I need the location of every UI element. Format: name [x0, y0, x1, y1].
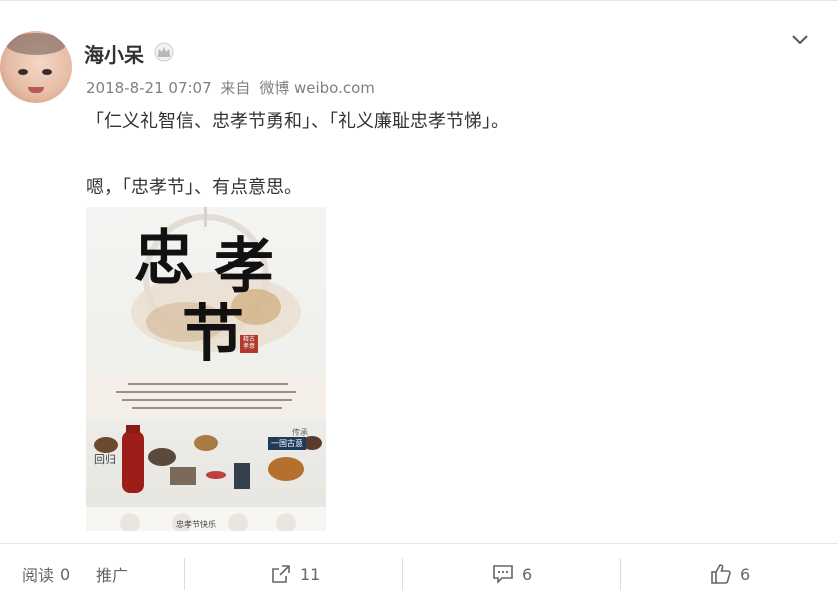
- avatar-mouth: [28, 87, 44, 93]
- divider: [184, 558, 185, 590]
- share-count: 11: [300, 564, 321, 584]
- read-count-value: 0: [60, 564, 71, 584]
- share-icon: [272, 565, 290, 583]
- crown-icon[interactable]: [154, 42, 174, 62]
- avatar[interactable]: [0, 31, 72, 103]
- post-date[interactable]: 2018-8-21 07:07: [86, 79, 212, 97]
- read-label: 阅读: [22, 566, 55, 585]
- divider: [402, 558, 403, 590]
- poster-title-char: 节: [182, 297, 245, 370]
- poster-side-label: 回归: [94, 453, 116, 466]
- like-button[interactable]: 6: [710, 544, 750, 604]
- promote-button[interactable]: 推广: [96, 544, 128, 604]
- username[interactable]: 海小呆: [84, 39, 144, 68]
- post-source[interactable]: 微博 weibo.com: [259, 79, 375, 97]
- post-text-line: 嗯，「忠孝节」、有点意思。: [86, 177, 302, 198]
- poster-seal: 释古孝意: [242, 336, 255, 350]
- share-button[interactable]: 11: [270, 544, 320, 604]
- thumbs-up-icon: [711, 564, 731, 584]
- comment-count: 6: [522, 564, 533, 584]
- weibo-post-card: 海小呆 2018-8-21 07:07 来自 微博 weibo.com 「仁义礼…: [0, 0, 838, 604]
- poster-title-char: 孝: [214, 232, 274, 302]
- poster-caption: 忠孝节快乐: [176, 520, 216, 529]
- post-image[interactable]: 忠 孝 节 释古孝意 一国古意 回归 传承 忠孝节快乐: [86, 207, 326, 531]
- source-prefix: 来自: [220, 79, 251, 97]
- post-meta: 2018-8-21 07:07 来自 微博 weibo.com: [86, 77, 379, 98]
- post-text-line: 「仁义礼智信、忠孝节勇和」、「礼义廉耻忠孝节悌」。: [86, 111, 509, 132]
- divider: [620, 558, 621, 590]
- poster-title-char: 忠: [134, 224, 194, 294]
- avatar-eye: [18, 69, 28, 75]
- post-action-bar: 阅读 0 推广 11 6 6: [0, 543, 838, 604]
- avatar-eye: [42, 69, 52, 75]
- chevron-down-icon[interactable]: [790, 29, 810, 49]
- read-count: 阅读 0: [22, 544, 70, 604]
- like-count: 6: [740, 564, 751, 584]
- comment-icon: [493, 565, 513, 584]
- poster-tag: 一国古意: [268, 437, 306, 450]
- comment-button[interactable]: 6: [492, 544, 532, 604]
- poster-side-label: 传承: [292, 428, 308, 437]
- avatar-hair: [6, 33, 66, 55]
- promote-label: 推广: [96, 566, 129, 585]
